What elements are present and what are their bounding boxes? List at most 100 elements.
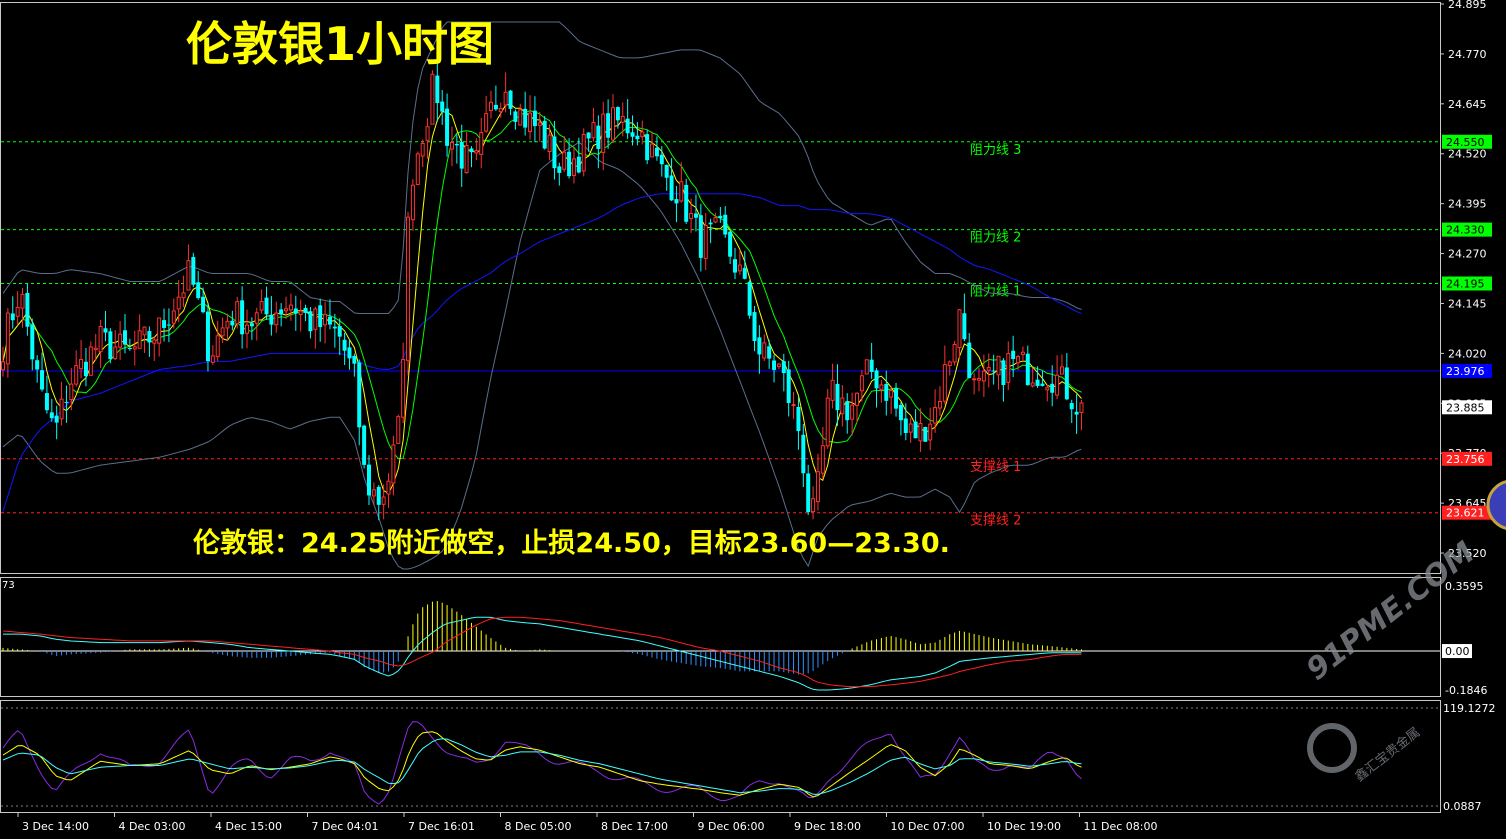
candle-body	[913, 421, 918, 439]
candle-body	[752, 312, 757, 342]
candle-body	[654, 147, 659, 157]
candle-body	[430, 73, 435, 125]
bollinger-lower	[2, 141, 1082, 570]
candle-body	[1035, 379, 1040, 386]
candle-body	[923, 426, 928, 442]
candle-body	[108, 331, 113, 360]
candle-body	[54, 415, 59, 423]
candle-body	[981, 370, 986, 382]
candle-body	[415, 153, 420, 185]
current-price-text: 23.885	[1446, 401, 1485, 414]
candle-body	[508, 90, 513, 109]
candle-body	[708, 222, 713, 225]
y-tick-label: 24.145	[1448, 297, 1487, 310]
candle-body	[562, 151, 567, 170]
candle-body	[459, 141, 464, 169]
y-tick-label: 24.395	[1448, 198, 1487, 211]
x-tick-label: 10 Dec 07:00	[891, 820, 965, 833]
candle-body	[859, 375, 864, 392]
candle-body	[528, 112, 533, 132]
candle-body	[947, 361, 952, 367]
candle-body	[171, 310, 176, 324]
candle-body	[640, 131, 645, 138]
candle-body	[518, 109, 523, 126]
candle-body	[962, 313, 967, 340]
ma-slow	[2, 193, 1082, 512]
candle-body	[620, 115, 625, 123]
candle-body	[410, 184, 415, 221]
candle-body	[650, 143, 655, 158]
candle-body	[449, 141, 454, 150]
candle-body	[703, 225, 708, 259]
candle-body	[503, 91, 508, 106]
candle-body	[806, 473, 811, 513]
macd-panel-frame	[0, 577, 1441, 697]
candle-body	[152, 339, 157, 344]
candle-body	[240, 300, 245, 335]
candle-body	[464, 145, 469, 174]
candle-body	[1059, 366, 1064, 375]
candle-body	[557, 166, 562, 173]
level-price-text: 23.756	[1446, 453, 1485, 466]
candle-body	[181, 292, 186, 299]
chart-root: 阻力线 3 阻力线 2 阻力线 1 支撑线 1 支撑线 2 24.895 24.770 24.…	[0, 0, 1506, 835]
candle-body	[996, 355, 1001, 376]
candle-body	[825, 397, 830, 447]
candle-body	[25, 292, 30, 327]
candle-body	[811, 498, 816, 513]
candle-body	[864, 359, 869, 375]
level-label-5: 支撑线 2	[970, 514, 1021, 529]
candle-body	[674, 199, 679, 204]
candle-body	[693, 213, 698, 218]
candle-body	[908, 423, 913, 433]
candle-body	[845, 401, 850, 421]
candle-body	[352, 355, 357, 364]
candle-body	[445, 108, 450, 146]
candle-body	[884, 384, 889, 401]
stoch-tick-label: 0.0887	[1443, 800, 1482, 813]
stoch-tick-label: 119.1272	[1443, 702, 1496, 715]
candle-body	[59, 398, 64, 420]
candle-body	[20, 293, 25, 309]
candle-body	[952, 344, 957, 363]
x-tick-label: 11 Dec 08:00	[1084, 820, 1158, 833]
candle-body	[918, 423, 923, 442]
candle-body	[786, 369, 791, 404]
candle-body	[645, 134, 650, 161]
candle-body	[40, 370, 45, 390]
x-tick-label: 3 Dec 14:00	[22, 820, 89, 833]
candle-body	[972, 378, 977, 381]
scroll-knob-icon	[1486, 480, 1506, 530]
candle-body	[440, 101, 445, 112]
candle-body	[723, 214, 728, 235]
candle-body	[362, 425, 367, 465]
candle-body	[679, 181, 684, 202]
candle-body	[210, 355, 215, 363]
y-tick-label: 24.520	[1448, 148, 1487, 161]
candle-body	[64, 401, 69, 403]
candle-body	[367, 464, 371, 496]
stoch-panel-frame	[0, 700, 1441, 813]
level-label-2: 阻力线 2	[970, 231, 1021, 246]
candle-body	[850, 404, 855, 420]
candle-body	[1050, 383, 1055, 393]
candle-body	[103, 328, 108, 333]
candle-body	[659, 154, 664, 165]
y-tick-label: 24.020	[1448, 347, 1487, 360]
candle-body	[323, 313, 328, 326]
candle-body	[1011, 350, 1016, 360]
x-tick-label: 9 Dec 06:00	[698, 820, 765, 833]
candle-body	[596, 125, 601, 149]
watermark-logo-icon	[1307, 723, 1357, 773]
candle-body	[815, 471, 820, 503]
candle-body	[586, 132, 591, 139]
candle-body	[342, 339, 347, 351]
candle-body	[127, 348, 132, 350]
level-label-4: 支撑线 1	[970, 460, 1021, 475]
candle-body	[1006, 353, 1011, 383]
candle-body	[669, 175, 674, 201]
candle-body	[98, 325, 103, 353]
candle-body	[88, 346, 93, 376]
candle-body	[840, 397, 845, 415]
candle-body	[489, 101, 493, 111]
